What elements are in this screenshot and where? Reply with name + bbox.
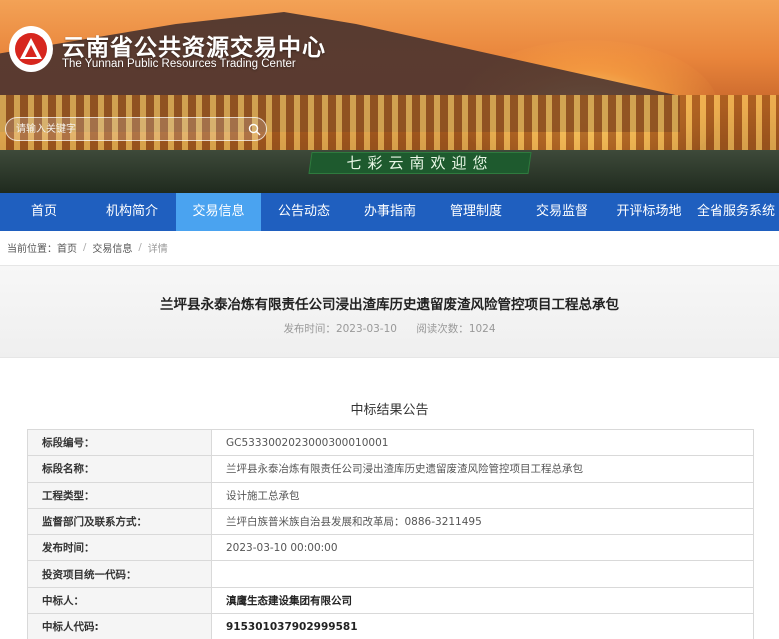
banner-welcome-sign-text: 七彩云南欢迎您 [346, 154, 494, 172]
row-value-investment-code [211, 560, 754, 588]
publish-date-value: 2023-03-10 [335, 323, 397, 335]
triangle-logo-icon [15, 33, 47, 65]
row-key-project-type: 工程类型： [27, 481, 212, 509]
row-key-section-code: 标段编号： [27, 428, 212, 457]
breadcrumb-prefix: 当前位置： [7, 244, 57, 255]
table-row: 工程类型： 设计施工总承包 [27, 481, 754, 509]
search-button[interactable] [242, 118, 266, 140]
row-value-project-type: 设计施工总承包 [211, 481, 754, 509]
table-row: 中标人： 滇鹰生态建设集团有限公司 [27, 586, 754, 615]
nav-item-about[interactable]: 机构简介 [88, 193, 176, 231]
table-row: 监督部门及联系方式： 兰坪白族普米族自治县发展和改革局：0886-3211495 [27, 507, 754, 536]
view-count: 阅读次数：1024 [416, 323, 495, 335]
publish-date-label: 发布时间： [283, 323, 336, 335]
row-value-section-code: GC5333002023000300010001 [211, 428, 754, 457]
nav-item-regulations[interactable]: 管理制度 [433, 193, 519, 231]
search-box [5, 117, 267, 141]
publish-date: 发布时间：2023-03-10 [283, 323, 397, 335]
row-key-winner-code: 中标人代码: [27, 613, 212, 639]
view-count-label: 阅读次数： [416, 323, 469, 335]
nav-item-venues[interactable]: 开评标场地 [605, 193, 693, 231]
view-count-value: 1024 [468, 323, 496, 335]
main-nav: 首页 机构简介 交易信息 公告动态 办事指南 管理制度 交易监督 开评标场地 全… [0, 193, 779, 231]
site-title[interactable]: 云南省公共资源交易中心 [62, 28, 326, 62]
table-row: 标段名称： 兰坪县永泰冶炼有限责任公司浸出渣库历史遗留废渣风险管控项目工程总承包 [27, 455, 754, 483]
search-input[interactable] [6, 118, 242, 140]
breadcrumb-separator: / [83, 242, 87, 253]
nav-item-announcements[interactable]: 公告动态 [261, 193, 347, 231]
row-value-section-name: 兰坪县永泰冶炼有限责任公司浸出渣库历史遗留废渣风险管控项目工程总承包 [211, 455, 754, 483]
table-row: 标段编号： GC5333002023000300010001 [27, 428, 754, 457]
nav-item-home[interactable]: 首页 [0, 193, 88, 231]
row-value-winner: 滇鹰生态建设集团有限公司 [211, 586, 754, 615]
row-key-winner: 中标人： [27, 586, 212, 615]
nav-item-guide[interactable]: 办事指南 [347, 193, 433, 231]
breadcrumb-separator: / [138, 242, 142, 253]
breadcrumb: 当前位置： 首页 / 交易信息 / 详情 [7, 240, 168, 255]
breadcrumb-section[interactable]: 交易信息 [92, 240, 132, 255]
article-header: 兰坪县永泰冶炼有限责任公司浸出渣库历史遗留废渣风险管控项目工程总承包 发布时间：… [0, 265, 779, 358]
nav-item-province-services[interactable]: 全省服务系统 [693, 193, 779, 231]
breadcrumb-current: 详情 [147, 244, 168, 255]
row-value-supervisor: 兰坪白族普米族自治县发展和改革局：0886-3211495 [211, 507, 754, 536]
table-row: 投资项目统一代码： [27, 560, 754, 588]
notice-heading: 中标结果公告 [350, 403, 429, 418]
site-logo[interactable] [9, 26, 53, 72]
search-icon [248, 123, 260, 135]
banner-welcome-sign: 七彩云南欢迎您 [308, 152, 532, 174]
row-key-publish-time: 发布时间： [27, 534, 212, 562]
site-subtitle: The Yunnan Public Resources Trading Cent… [62, 58, 296, 70]
table-row: 中标人代码: 915301037902999581 [27, 613, 754, 639]
nav-item-trading-info[interactable]: 交易信息 [176, 193, 261, 231]
breadcrumb-home[interactable]: 首页 [57, 240, 77, 255]
row-value-winner-code: 915301037902999581 [211, 613, 754, 639]
notice-info-table: 标段编号： GC5333002023000300010001 标段名称： 兰坪县… [27, 428, 754, 639]
header-banner: 七彩云南欢迎您 云南省公共资源交易中心 The Yunnan Public Re… [0, 0, 779, 193]
article-meta: 发布时间：2023-03-10 阅读次数：1024 [0, 321, 779, 336]
row-key-supervisor: 监督部门及联系方式： [27, 507, 212, 536]
row-value-publish-time: 2023-03-10 00:00:00 [211, 534, 754, 562]
table-row: 发布时间： 2023-03-10 00:00:00 [27, 534, 754, 562]
nav-item-supervision[interactable]: 交易监督 [519, 193, 605, 231]
article-title: 兰坪县永泰冶炼有限责任公司浸出渣库历史遗留废渣风险管控项目工程总承包 [160, 297, 619, 313]
row-key-section-name: 标段名称： [27, 455, 212, 483]
row-key-investment-code: 投资项目统一代码： [27, 560, 212, 588]
